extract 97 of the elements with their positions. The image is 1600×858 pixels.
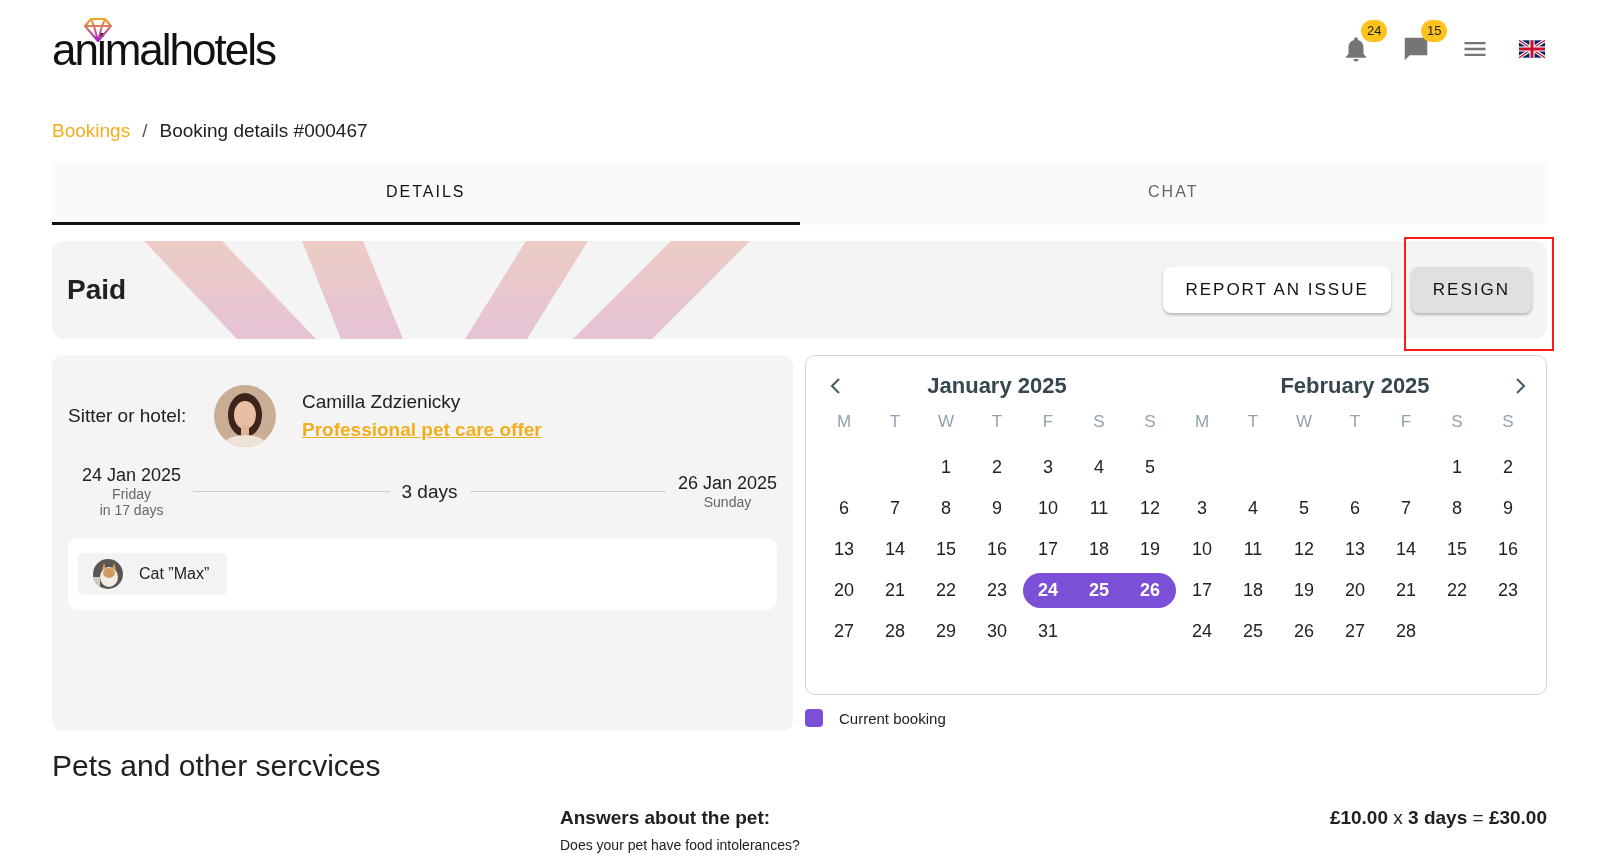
calendar-day[interactable]: 11 (1243, 539, 1263, 560)
calendar-day[interactable]: 8 (1452, 498, 1462, 519)
notification-badge: 24 (1361, 20, 1388, 42)
calendar-day[interactable]: 4 (1094, 457, 1104, 478)
calendar-day[interactable]: 15 (936, 539, 956, 560)
calendar-day[interactable]: 30 (987, 621, 1007, 642)
calendar-day[interactable]: 10 (1038, 498, 1058, 519)
calendar-day[interactable]: 17 (1038, 539, 1058, 560)
calendar-day[interactable]: 22 (1447, 580, 1467, 601)
calendar-day[interactable]: 12 (1294, 539, 1314, 560)
calendar-day[interactable]: 27 (1345, 621, 1365, 642)
calendar-day[interactable]: 15 (1447, 539, 1467, 560)
calendar-day[interactable]: 2 (992, 457, 1002, 478)
weekday-label: S (1450, 411, 1464, 433)
calendar-day[interactable]: 23 (987, 580, 1007, 601)
weekday-label: S (1143, 411, 1157, 433)
calendar-day[interactable]: 1 (941, 457, 951, 478)
calendar-day[interactable]: 7 (1401, 498, 1411, 519)
action-button[interactable]: RESIGN (1410, 267, 1532, 313)
sitter-label: Sitter or hotel: (68, 405, 188, 427)
calendar-day[interactable]: 4 (1248, 498, 1258, 519)
calendar-day[interactable]: 7 (890, 498, 900, 519)
calendar-day[interactable]: 3 (1197, 498, 1207, 519)
calendar-day[interactable]: 18 (1089, 539, 1109, 560)
calendar-day[interactable]: 24 (1192, 621, 1212, 642)
calendar-day[interactable]: 19 (1140, 539, 1160, 560)
weekday-label: S (1092, 411, 1106, 433)
calendar-day[interactable]: 22 (936, 580, 956, 601)
start-relative: in 17 days (99, 502, 164, 518)
calendar-day[interactable]: 2 (1503, 457, 1513, 478)
calendar-day[interactable]: 12 (1140, 498, 1160, 519)
calendar-day[interactable]: 13 (1345, 539, 1365, 560)
calendar-day[interactable]: 1 (1452, 457, 1462, 478)
tab[interactable]: DETAILS (52, 162, 800, 225)
start-date: 24 Jan 2025 (82, 465, 182, 486)
calendar-day[interactable]: 21 (885, 580, 905, 601)
calendar-day[interactable]: 26 (1294, 621, 1314, 642)
calendar-day[interactable]: 13 (834, 539, 854, 560)
calendar-day[interactable]: 29 (936, 621, 956, 642)
weekday-label: F (1041, 411, 1055, 433)
calendar-day[interactable]: 9 (1503, 498, 1513, 519)
calendar-day[interactable]: 16 (987, 539, 1007, 560)
month-title: January 2025 (927, 373, 1067, 399)
weekday-label: T (1246, 411, 1260, 433)
status-label: Paid (67, 274, 127, 306)
tab[interactable]: CHAT (799, 162, 1547, 225)
logo[interactable]: animalhotels (52, 26, 276, 74)
calendar-day[interactable]: 20 (834, 580, 854, 601)
weekday-label: W (936, 411, 955, 433)
calendar-day[interactable]: 5 (1299, 498, 1309, 519)
duration: 3 days (401, 480, 458, 503)
pet-chip[interactable]: Cat ”Max” (78, 553, 228, 595)
legend-label: Current booking (839, 709, 946, 727)
calendar-day[interactable]: 17 (1192, 580, 1212, 601)
breadcrumb-current: Booking details #000467 (159, 120, 368, 142)
calendar-day[interactable]: 10 (1192, 539, 1212, 560)
end-weekday: Sunday (703, 494, 752, 510)
weekday-label: S (1501, 411, 1515, 433)
calendar-day[interactable]: 19 (1294, 580, 1314, 601)
calendar-day[interactable]: 21 (1396, 580, 1416, 601)
weekday-label: M (1193, 411, 1211, 433)
calendar-day[interactable]: 14 (1396, 539, 1416, 560)
calendar-day[interactable]: 20 (1345, 580, 1365, 601)
calendar-day[interactable]: 25 (1243, 621, 1263, 642)
weekday-label: T (888, 411, 902, 433)
month-title: February 2025 (1280, 373, 1430, 399)
calendar-day[interactable]: 6 (839, 498, 849, 519)
calendar-day[interactable]: 16 (1498, 539, 1518, 560)
calendar-day[interactable]: 11 (1089, 498, 1109, 519)
calendar-day[interactable]: 5 (1145, 457, 1155, 478)
weekday-label: T (990, 411, 1004, 433)
start-weekday: Friday (112, 486, 151, 502)
answers-title: Answers about the pet: (560, 807, 772, 829)
calendar-day[interactable]: 18 (1243, 580, 1263, 601)
action-button[interactable]: REPORT AN ISSUE (1163, 267, 1391, 313)
calendar-day[interactable]: 23 (1498, 580, 1518, 601)
calendar-day[interactable]: 27 (834, 621, 854, 642)
price-calculation: £10.00 x 3 days = £30.00 (1329, 807, 1547, 830)
calendar-day[interactable]: 31 (1038, 621, 1058, 642)
calendar-day[interactable]: 28 (885, 621, 905, 642)
calendar-day[interactable]: 28 (1396, 621, 1416, 642)
question-text: Does your pet have food intolerances? (560, 837, 800, 853)
sitter-name: Camilla Zdzienicky (302, 391, 462, 413)
calendar-day[interactable]: 14 (885, 539, 905, 560)
calendar-day[interactable]: 8 (941, 498, 951, 519)
weekday-label: M (835, 411, 853, 433)
weekday-label: F (1399, 411, 1413, 433)
end-date: 26 Jan 2025 (677, 473, 777, 494)
calendar-day[interactable]: 9 (992, 498, 1002, 519)
weekday-label: W (1294, 411, 1313, 433)
section-heading: Pets and other sercvices (52, 749, 382, 783)
calendar-day[interactable]: 3 (1043, 457, 1053, 478)
breadcrumb-separator: / (142, 120, 148, 142)
flag-icon[interactable] (1519, 39, 1545, 59)
weekday-label: T (1348, 411, 1362, 433)
message-badge: 15 (1421, 20, 1448, 42)
calendar-day[interactable]: 6 (1350, 498, 1360, 519)
